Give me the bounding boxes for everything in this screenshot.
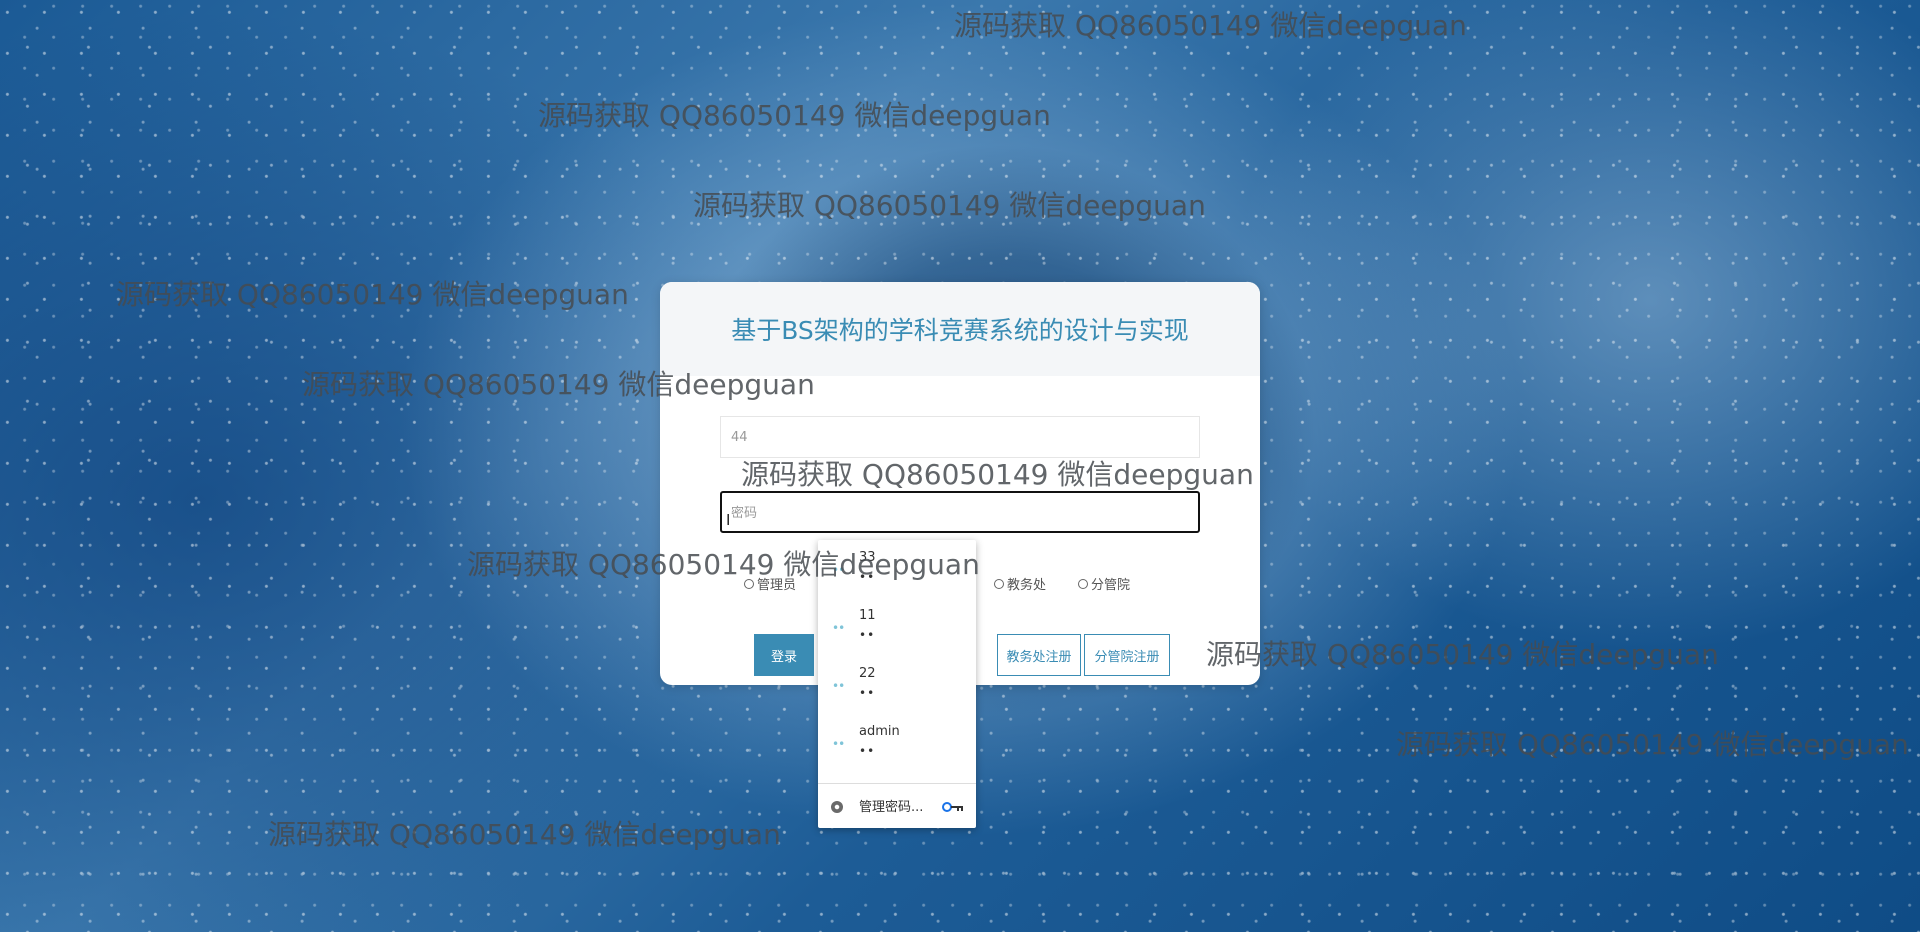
branch-college-register-button[interactable]: 分管院注册	[1084, 634, 1170, 676]
watermark-text: 源码获取 QQ86050149 微信deepguan	[538, 99, 1051, 132]
manage-passwords-label: 管理密码...	[859, 800, 924, 815]
password-placeholder: 密码	[731, 506, 758, 521]
watermark-text: 源码获取 QQ86050149 微信deepguan	[1396, 728, 1909, 761]
password-key-icon	[942, 802, 963, 812]
watermark-text: 源码获取 QQ86050149 微信deepguan	[116, 278, 629, 311]
watermark-text: 源码获取 QQ86050149 微信deepguan	[302, 368, 815, 401]
radio-icon[interactable]	[994, 578, 1004, 589]
chrome-icon	[831, 801, 843, 813]
page-title: 基于BS架构的学科竞赛系统的设计与实现	[731, 316, 1189, 345]
radio-icon[interactable]	[1078, 578, 1088, 589]
key-icon: ••	[832, 737, 845, 751]
autofill-password: ••	[859, 686, 876, 700]
autofill-entry[interactable]: •• 11 ••	[818, 598, 976, 656]
role-label: 教务处	[1007, 578, 1047, 593]
autofill-username: admin	[859, 724, 900, 739]
text-cursor-icon: I	[726, 511, 731, 529]
key-icon: ••	[832, 679, 845, 693]
autofill-password: ••	[859, 744, 876, 758]
password-field[interactable]: 密码 I	[720, 491, 1200, 533]
watermark-text: 源码获取 QQ86050149 微信deepguan	[1206, 638, 1719, 671]
key-icon: ••	[832, 621, 845, 635]
login-button[interactable]: 登录	[754, 634, 814, 676]
academic-office-register-button[interactable]: 教务处注册	[997, 634, 1081, 676]
autofill-username: 22	[859, 666, 876, 681]
watermark-text: 源码获取 QQ86050149 微信deepguan	[693, 189, 1206, 222]
manage-passwords-item[interactable]: 管理密码...	[818, 783, 976, 828]
role-label: 分管院	[1091, 578, 1131, 593]
autofill-entry[interactable]: •• admin ••	[818, 714, 976, 772]
autofill-password: ••	[859, 628, 876, 642]
username-field[interactable]: 44	[720, 416, 1200, 458]
watermark-text: 源码获取 QQ86050149 微信deepguan	[268, 818, 781, 851]
autofill-entry[interactable]: •• 22 ••	[818, 656, 976, 714]
role-branch-college[interactable]: 分管院	[1078, 574, 1130, 593]
password-autofill-dropdown: •• 33 •• •• 11 •• •• 22 •• •• admin •• 管…	[818, 540, 976, 828]
watermark-text: 源码获取 QQ86050149 微信deepguan	[741, 458, 1254, 491]
autofill-username: 11	[859, 608, 876, 623]
watermark-text: 源码获取 QQ86050149 微信deepguan	[954, 9, 1467, 42]
role-academic-office[interactable]: 教务处	[994, 574, 1046, 593]
card-header: 基于BS架构的学科竞赛系统的设计与实现	[660, 282, 1260, 376]
watermark-text: 源码获取 QQ86050149 微信deepguan	[467, 548, 980, 581]
